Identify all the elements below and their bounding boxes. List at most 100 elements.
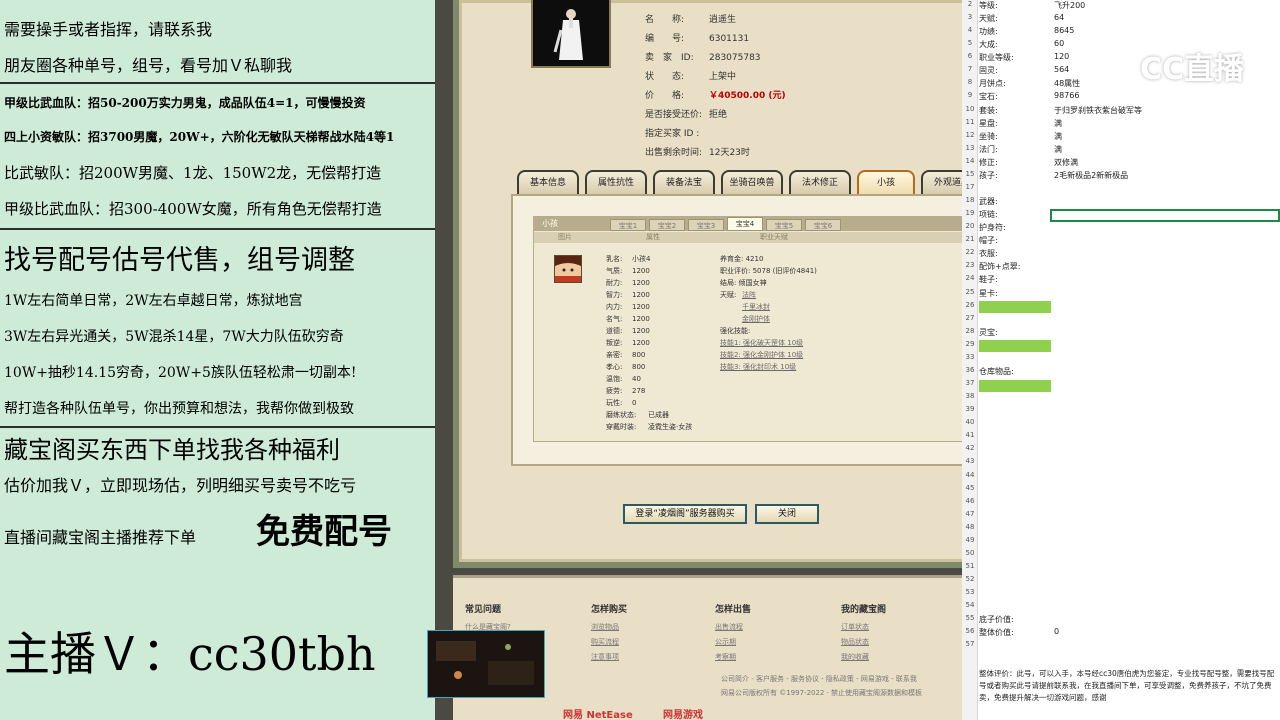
subtab-baby6[interactable]: 宝宝6: [805, 219, 841, 231]
subtab-baby2[interactable]: 宝宝2: [649, 219, 685, 231]
footer-link[interactable]: 注意事项: [591, 652, 619, 662]
divider: [0, 426, 435, 428]
selected-cell[interactable]: [1050, 209, 1280, 222]
sheet-cell-value[interactable]: 双修满: [1054, 157, 1078, 168]
sheet-cell-label[interactable]: 职业等级:: [979, 52, 1014, 63]
sheet-cell-label[interactable]: 功绩:: [979, 26, 998, 37]
sheet-cell-label[interactable]: 修正:: [979, 157, 998, 168]
row-number: 56: [965, 627, 975, 636]
sheet-cell-value[interactable]: 于归罗刹铁衣紫台破军等: [1054, 105, 1142, 116]
sheet-cell-value[interactable]: 564: [1054, 65, 1069, 74]
talent-link[interactable]: 千里冰封: [742, 301, 770, 313]
sheet-cell-label[interactable]: 配饰+点翠:: [979, 261, 1020, 272]
sheet-cell-label[interactable]: 套装:: [979, 105, 998, 116]
stat-row: 道德: 1200: [606, 327, 650, 335]
sheet-cell-label[interactable]: 月饼点:: [979, 78, 1006, 89]
sheet-cell-label[interactable]: 宝石:: [979, 91, 998, 102]
tab-mounts-pets[interactable]: 坐骑召唤兽: [721, 170, 783, 194]
skill-link[interactable]: 技能1: 强化破天罡体 10级: [720, 337, 803, 349]
sheet-cell-value[interactable]: 0: [1054, 627, 1059, 636]
sheet-cell-value[interactable]: 48属性: [1054, 78, 1080, 89]
sheet-cell-label[interactable]: 孩子:: [979, 170, 998, 181]
sheet-cell-label[interactable]: 坐骑:: [979, 131, 998, 142]
sheet-cell-label[interactable]: 仓库物品:: [979, 366, 1014, 377]
tab-basic-info[interactable]: 基本信息: [517, 170, 579, 194]
item-detail-frame: 名 称: 逍遥生 编 号: 6301131 卖 家 ID: 283075783 状 态…: [453, 0, 962, 568]
sheet-cell-value[interactable]: 120: [1054, 52, 1069, 61]
stat-row: 名气: 1200: [606, 315, 650, 323]
row-number: 21: [965, 235, 975, 244]
skill-link[interactable]: 技能3: 强化封印术 10级: [720, 361, 796, 373]
sheet-cell-label[interactable]: 衣服:: [979, 248, 998, 259]
footer-link[interactable]: 出售流程: [715, 622, 743, 632]
sheet-cell-value[interactable]: 满: [1054, 144, 1062, 155]
subtab-baby1[interactable]: 宝宝1: [610, 219, 646, 231]
sheet-cell-label[interactable]: 鞋子:: [979, 274, 998, 285]
close-button[interactable]: 关闭: [755, 504, 819, 524]
tab-equipment[interactable]: 装备法宝: [653, 170, 715, 194]
tab-attributes[interactable]: 属性抗性: [585, 170, 647, 194]
info-price: 价 格: ￥40500.00 (元): [645, 91, 786, 101]
footer-link[interactable]: 订单状态: [841, 622, 869, 632]
row-number: 51: [965, 562, 975, 570]
row-number: 23: [965, 261, 975, 270]
sheet-cell-label[interactable]: 固灵:: [979, 65, 998, 76]
row-number: 19: [965, 209, 975, 218]
sheet-cell-value[interactable]: 60: [1054, 39, 1064, 48]
subtab-baby3[interactable]: 宝宝3: [688, 219, 724, 231]
buy-on-server-button[interactable]: 登录“凌烟阁”服务器购买: [623, 504, 747, 524]
sheet-cell-value[interactable]: 64: [1054, 13, 1064, 22]
subhead-skills: 职业天赋: [760, 233, 788, 241]
sheet-cell-label[interactable]: 整体价值:: [979, 627, 1014, 638]
cc-logo-icon: [1098, 48, 1134, 85]
sheet-cell-value[interactable]: 满: [1054, 131, 1062, 142]
row-number: 52: [965, 575, 975, 584]
sheet-cell-label[interactable]: 帽子:: [979, 235, 998, 246]
sheet-cell-label[interactable]: 大成:: [979, 39, 998, 50]
tab-child[interactable]: 小孩: [857, 170, 915, 194]
footer-link[interactable]: 购买流程: [591, 637, 619, 647]
info-name: 名 称: 逍遥生: [645, 15, 737, 25]
talent-link[interactable]: 金刚护体: [742, 313, 770, 325]
tab-spells[interactable]: 法术修正: [789, 170, 851, 194]
sheet-cell-label[interactable]: 底子价值:: [979, 614, 1014, 625]
footer-heading: 怎样出售: [715, 605, 752, 615]
footer-link[interactable]: 物品状态: [841, 637, 869, 647]
sheet-cell-value[interactable]: 满: [1054, 118, 1062, 129]
tab-appearance[interactable]: 外观道具: [921, 170, 962, 194]
sheet-cell-label[interactable]: 项链:: [979, 209, 998, 220]
sheet-cell-label[interactable]: 护身符:: [979, 222, 1006, 233]
sheet-cell-value[interactable]: 8645: [1054, 26, 1074, 35]
sheet-cell-value[interactable]: 2毛新极品2新新极品: [1054, 170, 1128, 181]
sheet-cell-label[interactable]: 星卡:: [979, 288, 998, 299]
row-number: 28: [965, 326, 975, 335]
sheet-cell-label[interactable]: 星盘:: [979, 118, 998, 129]
sheet-cell-label[interactable]: 天赋:: [979, 13, 998, 24]
netease-games-logo: 网易游戏: [663, 710, 703, 720]
company-links[interactable]: 公司简介 - 客户服务 - 服务协议 - 隐私政策 - 网易游戏 - 联系我: [721, 674, 917, 684]
footer-link[interactable]: 考察期: [715, 652, 736, 662]
stat-row: 智力: 1200: [606, 291, 650, 299]
row-number: 15: [965, 169, 975, 178]
sheet-cell-value[interactable]: 飞升200: [1054, 0, 1085, 11]
promo-panel: 需要操手或者指挥，请联系我 朋友圈各种单号，组号，看号加Ｖ私聊我 甲级比武血队：…: [0, 0, 435, 720]
game-minimap: [427, 630, 545, 698]
subtab-baby4[interactable]: 宝宝4: [727, 217, 763, 231]
footer-link[interactable]: 公示期: [715, 637, 736, 647]
highlight-cell: [979, 340, 1051, 352]
footer-heading: 我的藏宝阁: [841, 605, 887, 615]
row-number: 17: [965, 182, 975, 191]
sheet-cell-value[interactable]: 98766: [1054, 91, 1079, 100]
sheet-cell-label[interactable]: 等级:: [979, 0, 998, 11]
row-number: 10: [965, 104, 975, 113]
sheet-cell-label[interactable]: 灵宝:: [979, 327, 998, 338]
sheet-cell-label[interactable]: 法门:: [979, 144, 998, 155]
child-avatar: [554, 255, 582, 283]
skill-link[interactable]: 技能2: 强化金刚护体 10级: [720, 349, 803, 361]
sheet-cell-label[interactable]: 武器:: [979, 196, 998, 207]
footer-link[interactable]: 我的收藏: [841, 652, 869, 662]
row-number: 22: [965, 248, 975, 257]
subtab-baby5[interactable]: 宝宝5: [766, 219, 802, 231]
footer-link[interactable]: 浏览物品: [591, 622, 619, 632]
talent-link[interactable]: 法阵: [742, 289, 756, 301]
